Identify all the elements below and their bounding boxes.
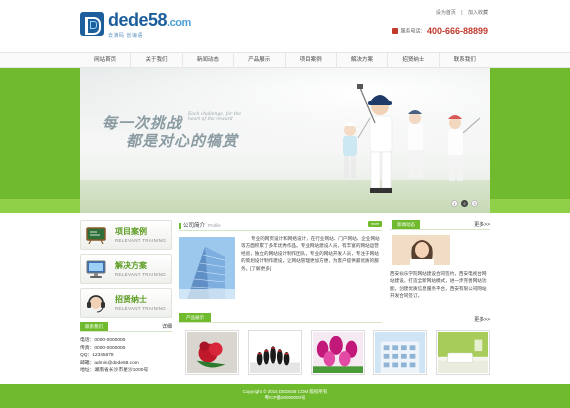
footer-icp[interactable]: 粤ICP备00000000号 bbox=[0, 395, 570, 401]
service-subtitle-cases: RELEVANT TRAINING bbox=[115, 238, 167, 243]
products-section-header: 产品展示 bbox=[179, 313, 382, 323]
hotline-label: 服务电话： bbox=[400, 28, 426, 35]
nav-item-contact[interactable]: 联系我们 bbox=[438, 53, 490, 69]
contact-email: 邮箱：admin@dede58.com bbox=[80, 360, 139, 366]
banner-dot-2[interactable]: 2 bbox=[461, 200, 468, 207]
nav-item-products[interactable]: 产品展示 bbox=[233, 53, 284, 69]
logo-text: dede58 bbox=[108, 10, 168, 30]
news-text: 西安俞乐学院网站建设合同签约，西安电视台网站建设，打造全新网站模式，进一步完善网… bbox=[390, 271, 487, 299]
chalkboard-icon bbox=[86, 227, 106, 245]
hotline: 服务电话： 400-666-88899 bbox=[392, 26, 488, 36]
top-links: 设为首页 | 加入收藏 bbox=[432, 9, 488, 16]
main-nav: 网站首页 关于我们 新闻动态 产品展示 项目案例 解决方案 招贤纳士 联系我们 bbox=[0, 52, 570, 69]
product-thumb-3[interactable] bbox=[310, 330, 365, 375]
nav-item-home[interactable]: 网站首页 bbox=[80, 53, 130, 69]
contact-section-header: 联系我们 详细 bbox=[80, 322, 172, 332]
products-tag: 产品展示 bbox=[179, 313, 211, 322]
banner-dot-3[interactable]: 3 bbox=[471, 200, 478, 207]
news-more-link[interactable]: 更多>> bbox=[474, 221, 490, 228]
contact-phone: 电话：0000-0000000 bbox=[80, 338, 126, 343]
contact-fax: 传真：0000-0000000 bbox=[80, 345, 126, 351]
service-subtitle-solutions: RELEVANT TRAINING bbox=[115, 272, 167, 277]
monitor-icon bbox=[86, 260, 106, 278]
news-woman-image bbox=[392, 235, 450, 265]
banner-golf-kids-image bbox=[343, 84, 481, 193]
news-section-header: 新闻动态 更多>> bbox=[390, 220, 490, 230]
banner-dot-1[interactable]: 1 bbox=[451, 200, 458, 207]
headset-icon bbox=[87, 295, 105, 313]
banner-pagination: 1 2 3 bbox=[451, 200, 478, 207]
add-favorite-link[interactable]: 加入收藏 bbox=[468, 10, 488, 16]
footer: Copyright © 2015 DEDE58 COM 版权所有 粤ICP备00… bbox=[0, 384, 570, 408]
right-column: 新闻动态 更多>> 西安俞乐学院网站建设合同签约，西安电视台网站建设，打造全新网… bbox=[390, 220, 490, 323]
nav-item-news[interactable]: 新闻动态 bbox=[181, 53, 233, 69]
phone-icon bbox=[392, 28, 399, 34]
about-section-header: 公司简介 Profile more bbox=[179, 220, 382, 231]
nav-item-solutions[interactable]: 解决方案 bbox=[335, 53, 387, 69]
header: dede58.com 去演码 创诲语 设为首页 | 加入收藏 服务电话： 400… bbox=[0, 0, 570, 52]
product-thumb-2[interactable] bbox=[247, 330, 302, 375]
contact-qq: QQ：12345678 bbox=[80, 353, 114, 358]
products-gallery bbox=[179, 330, 490, 377]
about-text: 专业的网页设计和网络设计，在行业网站、门户网站、企业网站等方面积累了多年优秀作品… bbox=[241, 236, 380, 271]
link-separator: | bbox=[461, 10, 463, 16]
news-more-link-bottom[interactable]: 更多>> bbox=[474, 316, 490, 323]
logo-slogan: 去演码 创诲语 bbox=[108, 33, 143, 39]
service-title-jobs: 招贤纳士 bbox=[115, 295, 147, 304]
contact-more-link[interactable]: 详细 bbox=[162, 323, 172, 330]
contact-tag: 联系我们 bbox=[80, 322, 108, 331]
nav-item-cases[interactable]: 项目案例 bbox=[284, 53, 336, 69]
service-title-solutions: 解决方案 bbox=[115, 261, 147, 270]
logo-suffix: .com bbox=[167, 17, 191, 29]
service-subtitle-jobs: RELEVANT TRAINING bbox=[115, 306, 167, 311]
middle-column: 公司简介 Profile more 专业的网页设计和网络设计，在行业网站、门户网站… bbox=[179, 220, 382, 323]
product-thumb-4[interactable] bbox=[373, 330, 428, 375]
nav-item-about[interactable]: 关于我们 bbox=[130, 53, 181, 69]
about-more-button[interactable]: more bbox=[368, 221, 382, 227]
banner-slogan-en: Each challenge, for the heart of the rew… bbox=[188, 112, 242, 122]
contact-address: 地址：湖南省长沙市星沙1000号 bbox=[80, 368, 149, 373]
banner-slider[interactable]: 每一次挑战 都是对心的犒赏 Each challenge, for the he… bbox=[80, 68, 490, 213]
product-thumb-5[interactable] bbox=[436, 330, 490, 375]
logo-mark-icon bbox=[80, 12, 104, 36]
product-image-roses bbox=[187, 332, 237, 373]
about-title-en: Profile bbox=[208, 223, 221, 228]
service-title-cases: 项目案例 bbox=[115, 227, 147, 236]
service-card-cases[interactable]: 项目案例 RELEVANT TRAINING bbox=[80, 220, 172, 250]
about-title: 公司简介 bbox=[183, 223, 206, 229]
service-card-jobs[interactable]: 招贤纳士 RELEVANT TRAINING bbox=[80, 288, 172, 318]
set-homepage-link[interactable]: 设为首页 bbox=[436, 10, 456, 16]
product-image-building bbox=[375, 332, 426, 373]
product-image-interior bbox=[438, 332, 488, 373]
left-column: 项目案例 RELEVANT TRAINING 解决方案 RELEVANT TRA… bbox=[80, 220, 172, 375]
site-logo[interactable]: dede58.com 去演码 创诲语 bbox=[80, 10, 200, 42]
building-image bbox=[179, 237, 235, 299]
news-tag: 新闻动态 bbox=[392, 220, 420, 229]
contact-list: 电话：0000-0000000 传真：0000-0000000 QQ：12345… bbox=[80, 337, 172, 375]
product-image-bowling bbox=[249, 332, 300, 373]
hotline-number: 400-666-88899 bbox=[426, 26, 488, 36]
nav-item-jobs[interactable]: 招贤纳士 bbox=[387, 53, 438, 69]
section-marker-icon bbox=[179, 222, 181, 229]
banner-slogan-line2: 都是对心的犒赏 bbox=[126, 132, 239, 150]
product-thumb-1[interactable] bbox=[185, 330, 239, 375]
service-card-solutions[interactable]: 解决方案 RELEVANT TRAINING bbox=[80, 254, 172, 284]
product-image-tulips bbox=[312, 332, 363, 373]
